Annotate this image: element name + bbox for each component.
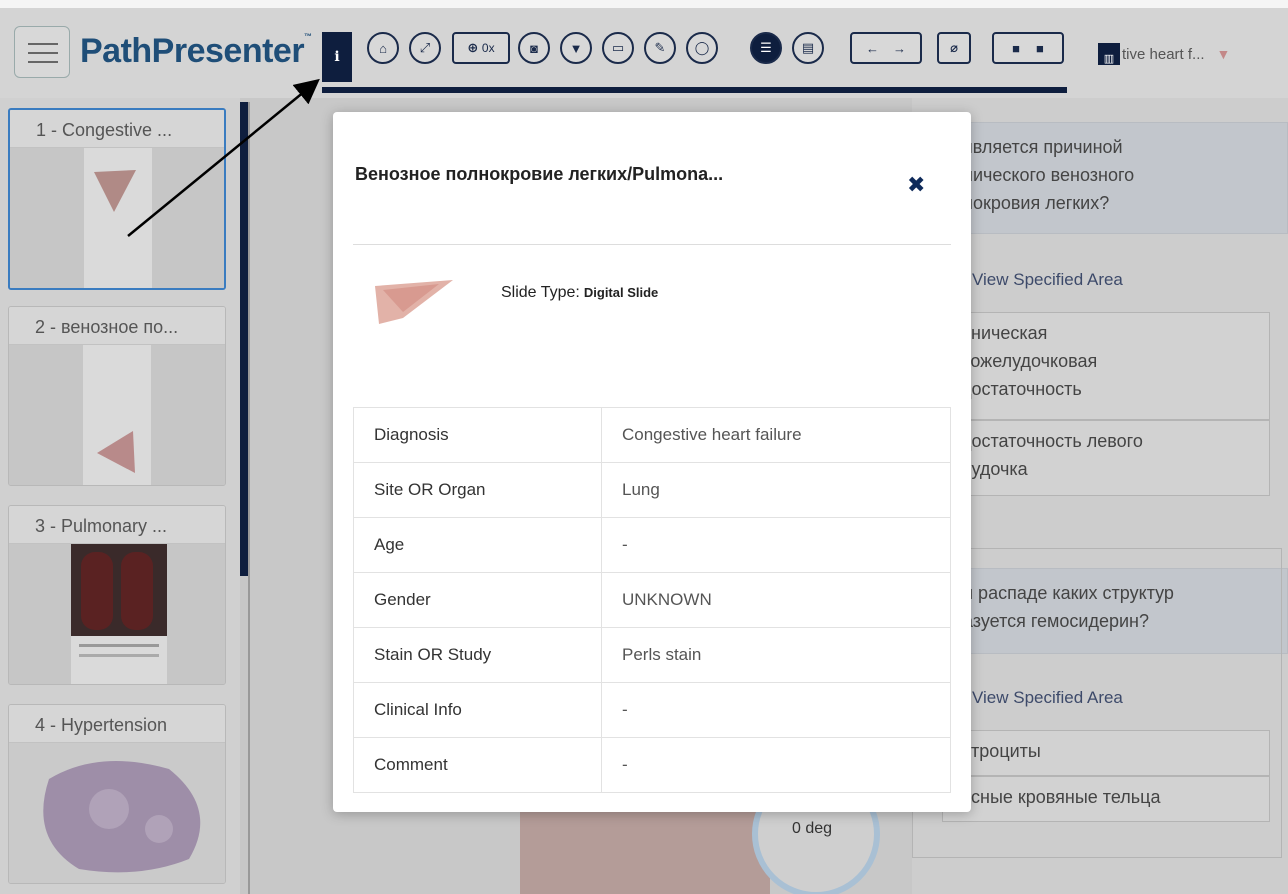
pen-button[interactable]: ✎ <box>644 32 676 64</box>
slide-card-1[interactable]: 1 - Congestive ... <box>8 108 226 290</box>
comment-button[interactable]: ▭ <box>602 32 634 64</box>
app-logo: PathPresenter™ <box>80 32 312 70</box>
funnel-icon[interactable]: ▼ <box>1217 46 1231 62</box>
filter-button[interactable]: ▼ <box>560 32 592 64</box>
chart-icon: ▥ <box>1098 43 1120 65</box>
slide-card-label: 4 - Hypertension <box>9 705 225 743</box>
table-row: Age - <box>353 517 951 573</box>
top-frame <box>0 0 1288 8</box>
slide-card-2[interactable]: 2 - венозное по... <box>8 306 226 486</box>
slide-tab[interactable]: ▥ tive heart f... ▼ <box>1098 34 1258 74</box>
slide-image <box>520 805 770 894</box>
zoom-icon: ⊕ <box>467 40 479 55</box>
pen-icon: ✎ <box>654 40 666 55</box>
table-row: Comment - <box>353 737 951 793</box>
home-button[interactable]: ⌂ <box>367 32 399 64</box>
list-button[interactable]: ☰ <box>750 32 782 64</box>
answer-option[interactable]: достаточность левого лудочка <box>942 420 1270 496</box>
next-arrow-icon[interactable]: → <box>893 41 906 56</box>
table-row: Clinical Info - <box>353 682 951 738</box>
zoom-button[interactable]: ⊕ 0x <box>452 32 510 64</box>
slide-thumbnail <box>9 544 225 684</box>
answer-option[interactable]: оническая вожелудочковая достаточность <box>942 312 1270 420</box>
question-1: является причиной нического венозного но… <box>942 122 1288 234</box>
slide-type: Slide Type: Digital Slide <box>501 284 658 302</box>
filter-icon: ▼ <box>569 40 583 56</box>
video-icon[interactable]: ■ <box>1012 41 1020 56</box>
camera-button[interactable]: ◙ <box>518 32 550 64</box>
list-icon: ☰ <box>760 40 772 55</box>
menu-button[interactable] <box>14 26 70 78</box>
modal-title: Венозное полнокровие легких/Pulmona... <box>355 164 724 184</box>
attach-button[interactable]: ⌀ <box>937 32 971 64</box>
paperclip-icon: ⌀ <box>950 40 958 55</box>
table-row: Gender UNKNOWN <box>353 572 951 628</box>
toolbar-underline <box>322 87 1067 93</box>
slide-type-label: Slide Type: <box>501 284 580 301</box>
document-icon: ▤ <box>801 40 815 55</box>
document-button[interactable]: ▤ <box>792 32 824 64</box>
nav-buttons: ← → <box>850 32 922 64</box>
view-area-link-1[interactable]: View Specified Area <box>972 270 1123 290</box>
stop-icon[interactable]: ■ <box>1036 41 1044 56</box>
circle-tool-button[interactable]: ◯ <box>686 32 718 64</box>
slide-card-label: 3 - Pulmonary ... <box>9 506 225 544</box>
modal-divider <box>353 244 951 245</box>
table-row: Stain OR Study Perls stain <box>353 627 951 683</box>
camera-icon: ◙ <box>530 40 538 56</box>
slide-thumbnail <box>9 743 225 883</box>
slide-thumbnail <box>9 345 225 485</box>
slide-type-value: Digital Slide <box>583 285 659 300</box>
fullscreen-icon: ⤢ <box>419 40 431 55</box>
table-row: Diagnosis Congestive heart failure <box>353 407 951 463</box>
slide-info-modal: Венозное полнокровие легких/Pulmona... ✖… <box>333 112 971 812</box>
prev-arrow-icon[interactable]: ← <box>866 41 879 56</box>
slide-tab-label: tive heart f... <box>1122 45 1205 63</box>
home-icon: ⌂ <box>379 40 387 56</box>
comment-icon: ▭ <box>611 40 625 55</box>
slide-card-4[interactable]: 4 - Hypertension <box>8 704 226 884</box>
slide-thumbnail <box>10 148 224 288</box>
toolbar: PathPresenter™ i ⌂ ⤢ ⊕ 0x ◙ ▼ ▭ ✎ ◯ ☰ ▤ … <box>0 8 1288 98</box>
slide-card-label: 2 - венозное по... <box>9 307 225 345</box>
slide-card-3[interactable]: 3 - Pulmonary ... <box>8 505 226 685</box>
fullscreen-button[interactable]: ⤢ <box>409 32 441 64</box>
record-buttons: ■ ■ <box>992 32 1064 64</box>
close-icon[interactable]: ✖ <box>907 174 925 196</box>
table-row: Site OR Organ Lung <box>353 462 951 518</box>
rotation-value: 0 deg <box>792 820 833 837</box>
slide-thumbnail <box>375 280 453 324</box>
circle-icon: ◯ <box>694 40 710 55</box>
slide-info-table: Diagnosis Congestive heart failure Site O… <box>353 407 951 793</box>
sidebar-scrollbar[interactable] <box>240 102 248 576</box>
info-button[interactable]: i <box>322 32 352 82</box>
slide-card-label: 1 - Congestive ... <box>10 110 224 148</box>
